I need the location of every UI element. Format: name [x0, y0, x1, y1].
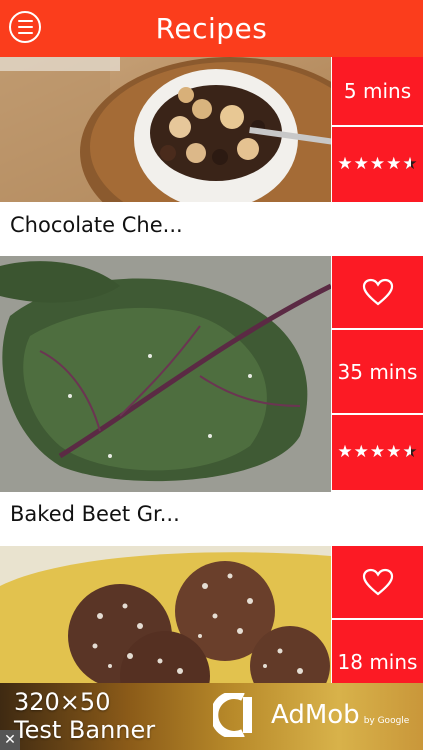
star-icon: ★ — [337, 154, 353, 174]
half-star-icon: ★ — [402, 156, 417, 174]
admob-logo: AdMob by Google — [213, 693, 409, 737]
star-icon: ★ — [386, 442, 402, 462]
favorite-button[interactable] — [332, 256, 423, 328]
star-icon: ★ — [353, 442, 369, 462]
admob-icon — [213, 693, 252, 737]
recipe-card[interactable]: 5 mins ★ ★ ★ ★ ★ Chocolate Che... — [0, 57, 423, 256]
recipe-side-panel: 35 mins ★ ★ ★ ★ ★ — [332, 256, 423, 490]
favorite-button[interactable] — [332, 546, 423, 618]
admob-sub: by Google — [363, 716, 410, 726]
admob-brand: AdMob — [271, 700, 360, 730]
cook-time-label: 5 mins — [343, 79, 412, 103]
recipe-image[interactable] — [0, 546, 331, 683]
cook-time-tile: 18 mins — [332, 620, 423, 683]
ad-size-label: 320×50 — [14, 688, 111, 716]
heart-outline-icon — [362, 278, 393, 306]
cook-time-label: 35 mins — [337, 359, 418, 384]
rating-stars: ★ ★ ★ ★ ★ — [337, 154, 417, 174]
rating-stars: ★ ★ ★ ★ ★ — [337, 442, 417, 462]
recipe-name[interactable]: Chocolate Che... — [10, 213, 183, 237]
ad-title-label: Test Banner — [14, 716, 156, 744]
recipe-image[interactable] — [0, 256, 331, 492]
cook-time-tile: 35 mins — [332, 330, 423, 413]
recipe-side-panel: 18 mins — [332, 546, 423, 683]
star-icon: ★ — [353, 154, 369, 174]
cook-time-tile: 5 mins — [332, 57, 423, 125]
star-icon: ★ — [337, 442, 353, 462]
recipe-side-panel: 5 mins ★ ★ ★ ★ ★ — [332, 57, 423, 202]
recipe-card[interactable]: 35 mins ★ ★ ★ ★ ★ Baked Beet Gr... — [0, 256, 423, 546]
rating-tile: ★ ★ ★ ★ ★ — [332, 415, 423, 490]
hamburger-menu-icon[interactable] — [9, 11, 41, 43]
star-icon: ★ — [369, 154, 386, 174]
page-title: Recipes — [155, 12, 268, 45]
rating-tile: ★ ★ ★ ★ ★ — [332, 127, 423, 202]
recipe-card[interactable]: 18 mins — [0, 546, 423, 683]
close-icon[interactable]: ✕ — [0, 730, 20, 750]
star-icon: ★ — [369, 442, 386, 462]
recipe-image[interactable] — [0, 57, 331, 202]
cook-time-label: 18 mins — [337, 649, 418, 674]
ad-banner[interactable]: 320×50 Test Banner AdMob by Google ✕ — [0, 683, 423, 750]
heart-outline-icon — [362, 568, 393, 596]
recipe-name[interactable]: Baked Beet Gr... — [10, 502, 180, 526]
ad-text: 320×50 Test Banner — [14, 688, 155, 744]
app-header: Recipes — [0, 0, 423, 57]
star-icon: ★ — [386, 154, 402, 174]
half-star-icon: ★ — [402, 444, 417, 462]
